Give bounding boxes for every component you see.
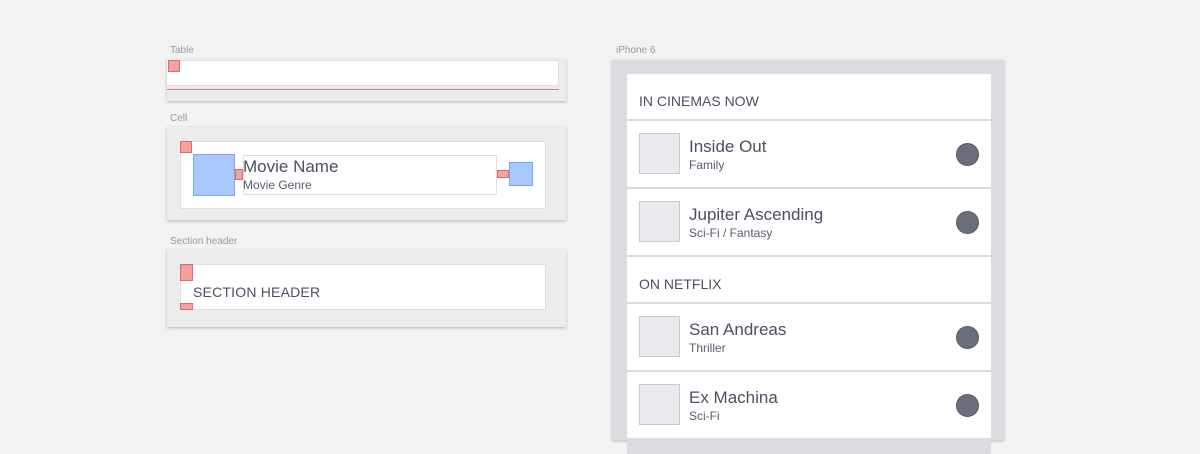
movie-title: Inside Out bbox=[689, 137, 767, 156]
table-artboard-label: Table bbox=[170, 45, 194, 56]
status-dot-icon bbox=[956, 326, 979, 349]
movie-thumbnail bbox=[639, 384, 680, 425]
cell-artboard-label: Cell bbox=[170, 113, 188, 124]
movie-genre: Thriller bbox=[689, 341, 726, 355]
movie-genre: Sci-Fi / Fantasy bbox=[689, 226, 773, 240]
section-header-constraint-marker-bottom bbox=[180, 303, 193, 310]
section-header-text: SECTION HEADER bbox=[193, 284, 321, 300]
movie-row[interactable]: Inside Out Family bbox=[627, 121, 991, 187]
cell-constraint-marker-top bbox=[180, 141, 192, 153]
section-header-artboard[interactable]: SECTION HEADER bbox=[167, 250, 566, 327]
table-separator-line bbox=[167, 89, 559, 90]
section-header-artboard-label: Section header bbox=[170, 236, 238, 247]
movie-row[interactable]: Ex Machina Sci-Fi bbox=[627, 372, 991, 438]
movie-title: San Andreas bbox=[689, 320, 787, 339]
section-header-label: IN CINEMAS NOW bbox=[639, 93, 759, 109]
movie-genre: Family bbox=[689, 158, 725, 172]
status-dot-icon bbox=[956, 143, 979, 166]
movie-thumbnail bbox=[639, 316, 680, 357]
table-artboard[interactable] bbox=[167, 59, 566, 101]
cell-title: Movie Name bbox=[243, 157, 339, 176]
cell-artboard[interactable]: Movie Name Movie Genre bbox=[167, 127, 566, 220]
movie-title: Jupiter Ascending bbox=[689, 205, 824, 224]
iphone-screen: IN CINEMAS NOW Inside Out Family Jupiter… bbox=[627, 74, 991, 454]
movie-row[interactable]: Jupiter Ascending Sci-Fi / Fantasy bbox=[627, 189, 991, 255]
iphone-artboard-label: iPhone 6 bbox=[616, 45, 656, 56]
movie-thumbnail bbox=[639, 201, 680, 242]
status-dot-icon bbox=[956, 394, 979, 417]
section-header-constraint-marker-top bbox=[180, 264, 193, 281]
movie-thumbnail bbox=[639, 133, 680, 174]
section-header-on-netflix: ON NETFLIX bbox=[627, 257, 991, 302]
cell-constraint-marker-right bbox=[497, 170, 509, 178]
movie-genre: Sci-Fi bbox=[689, 409, 720, 423]
movie-title: Ex Machina bbox=[689, 388, 778, 407]
table-constraint-marker bbox=[168, 60, 180, 72]
cell-thumbnail-placeholder bbox=[193, 154, 235, 196]
table-content bbox=[167, 60, 559, 86]
cell-subtitle: Movie Genre bbox=[243, 178, 312, 192]
section-header-label: ON NETFLIX bbox=[639, 276, 722, 292]
iphone-artboard[interactable]: IN CINEMAS NOW Inside Out Family Jupiter… bbox=[612, 60, 1004, 454]
cell-constraint-marker-left bbox=[235, 169, 243, 180]
section-header-in-cinemas: IN CINEMAS NOW bbox=[627, 74, 991, 119]
movie-row[interactable]: San Andreas Thriller bbox=[627, 304, 991, 370]
status-dot-icon bbox=[956, 211, 979, 234]
cell-indicator-placeholder bbox=[509, 162, 533, 186]
